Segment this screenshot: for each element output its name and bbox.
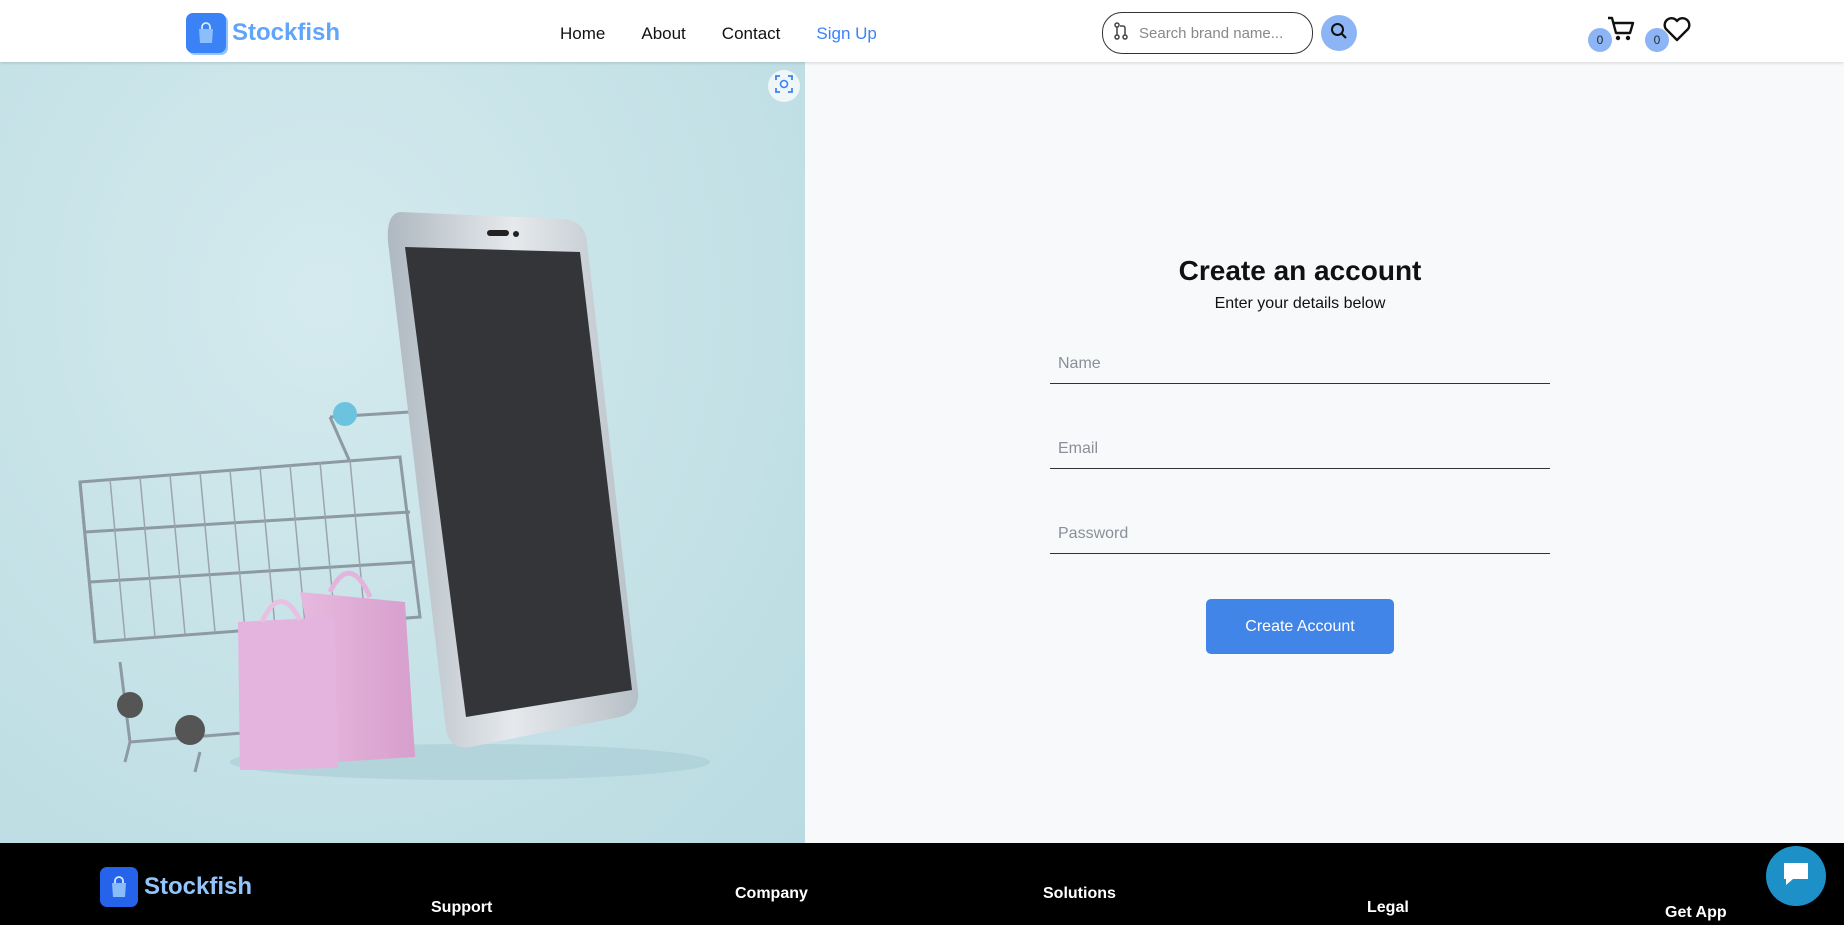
top-navbar: Stockfish Home About Contact Sign Up 0 0 (0, 0, 1844, 62)
password-field[interactable] (1050, 514, 1550, 554)
nav-sign-up[interactable]: Sign Up (816, 24, 876, 44)
search-input[interactable] (1139, 24, 1299, 42)
email-field[interactable] (1050, 429, 1550, 469)
page-title: Create an account (1178, 255, 1422, 286)
chat-button[interactable] (1766, 846, 1826, 906)
brand-name: Stockfish (232, 19, 341, 46)
image-zoom-button[interactable] (768, 70, 800, 102)
cart-icon (1606, 14, 1636, 49)
footer-heading-legal: Legal (1367, 899, 1409, 916)
nav-about[interactable]: About (641, 24, 685, 44)
footer-heading-solutions: Solutions (1043, 885, 1116, 902)
shopping-bag-icon (186, 13, 226, 53)
search-button[interactable] (1321, 15, 1357, 51)
footer-heading-support: Support (431, 899, 493, 916)
shopping-bag-icon (100, 867, 138, 907)
footer-brand[interactable]: Stockfish (100, 867, 252, 907)
footer-heading-company: Company (735, 885, 808, 902)
footer-heading-get-app: Get App (1665, 904, 1727, 921)
chat-icon (1781, 860, 1811, 893)
page-subtitle: Enter your details below (1214, 295, 1386, 312)
search-icon (1330, 22, 1348, 45)
nav-home[interactable]: Home (560, 24, 605, 44)
brand-logo-link[interactable]: Stockfish (186, 13, 340, 53)
footer (0, 843, 1844, 925)
search-box (1102, 12, 1313, 54)
name-field[interactable] (1050, 344, 1550, 384)
hero-image (0, 62, 805, 843)
heart-icon (1663, 16, 1691, 47)
pull-request-icon (1113, 21, 1129, 45)
scan-icon (775, 74, 793, 98)
create-account-button[interactable]: Create Account (1206, 599, 1394, 654)
footer-brand-name: Stockfish (144, 873, 253, 900)
nav-contact[interactable]: Contact (722, 24, 781, 44)
main-nav: Home About Contact Sign Up (560, 24, 913, 44)
